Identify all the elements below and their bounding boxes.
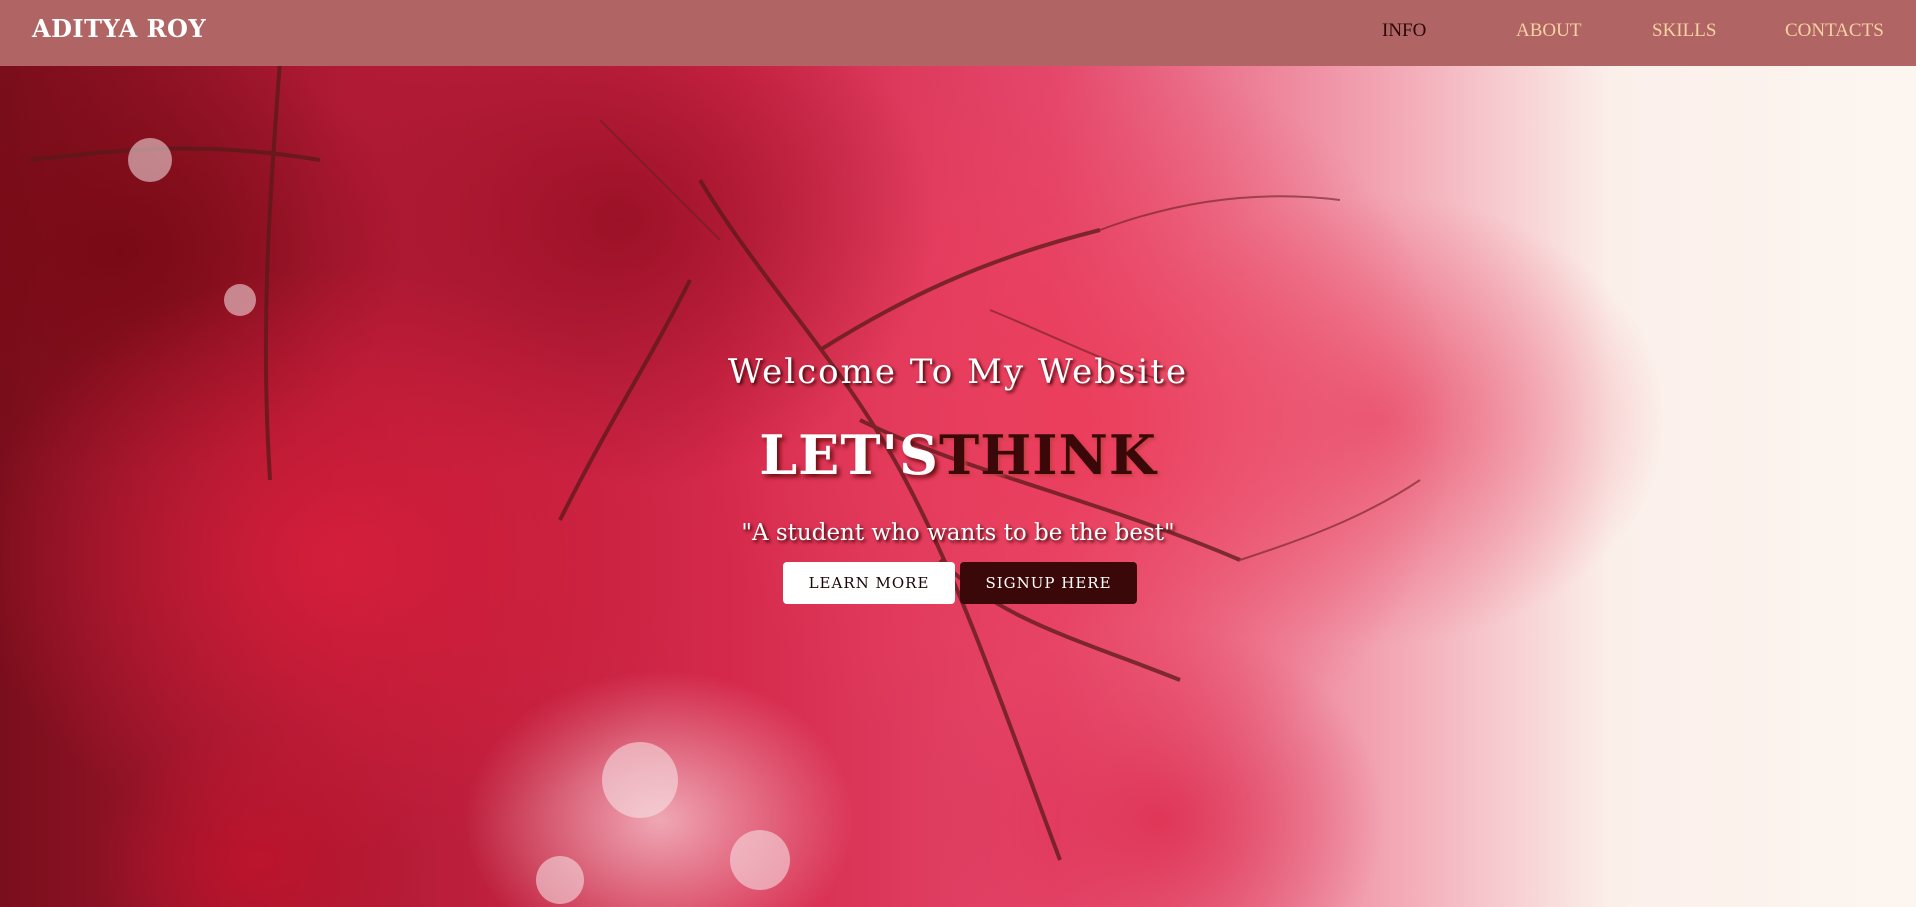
headline-part-lets: LET'S [759, 423, 940, 487]
nav-link-skills[interactable]: SKILLS [1652, 20, 1716, 42]
brand-logo-text[interactable]: ADITYA ROY [32, 14, 206, 43]
hero-headline: LET'STHINK [0, 428, 1916, 482]
hero-section: Welcome To My Website LET'STHINK "A stud… [0, 0, 1916, 907]
page: ADITYA ROY INFO ABOUT SKILLS CONTACTS We… [0, 0, 1916, 907]
signup-here-button[interactable]: SIGNUP HERE [960, 562, 1137, 604]
nav-link-contacts[interactable]: CONTACTS [1785, 20, 1884, 42]
top-navbar: ADITYA ROY INFO ABOUT SKILLS CONTACTS [0, 0, 1916, 66]
nav-link-about[interactable]: ABOUT [1516, 20, 1581, 42]
learn-more-button[interactable]: LEARN MORE [783, 562, 955, 604]
hero-tagline: "A student who wants to be the best" [741, 520, 1175, 546]
nav-link-info[interactable]: INFO [1382, 20, 1426, 42]
hero-welcome-text: Welcome To My Website [727, 352, 1189, 392]
headline-part-think: THINK [939, 423, 1157, 487]
